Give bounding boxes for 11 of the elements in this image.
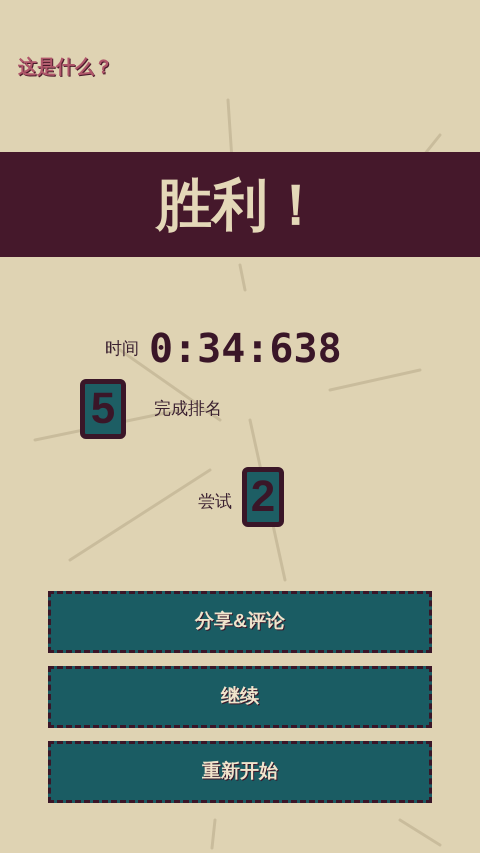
rank-label: 完成排名 xyxy=(154,398,222,420)
menu-button[interactable]: 继续 xyxy=(48,666,432,728)
rank-badge: 5 xyxy=(80,379,126,439)
attempts-label: 尝试 xyxy=(198,491,232,514)
menu-button[interactable]: 分享&评论 xyxy=(48,591,432,653)
time-label: 时间 xyxy=(105,338,139,360)
attempts-badge: 2 xyxy=(242,467,284,527)
time-value: 0:34:638 xyxy=(149,329,342,369)
banner-title: 胜利！ xyxy=(156,176,324,232)
help-link[interactable]: 这是什么？ xyxy=(18,58,113,77)
menu-button[interactable]: 重新开始 xyxy=(48,741,432,803)
